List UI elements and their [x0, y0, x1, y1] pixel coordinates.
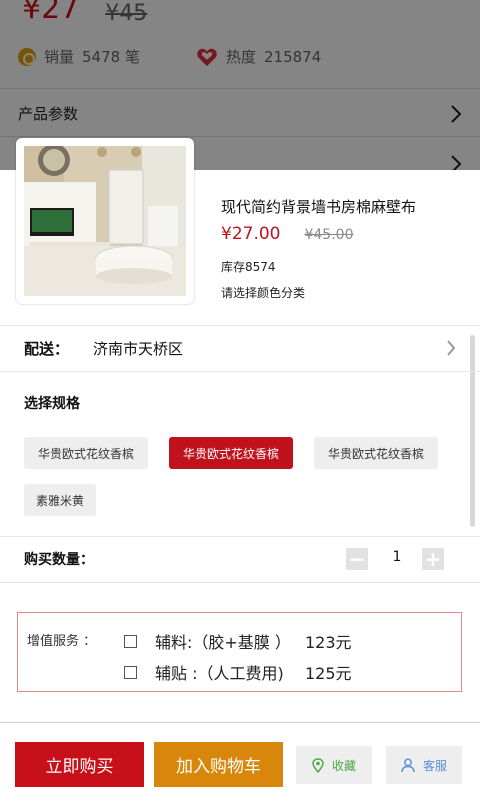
delivery-location: 济南市天桥区	[93, 339, 184, 358]
favorite-label: 收藏	[331, 758, 356, 773]
location-pin-icon	[312, 757, 324, 773]
value-added-option-price: 123元	[305, 633, 352, 652]
product-image	[24, 146, 186, 296]
product-title: 现代简约背景墙书房棉麻壁布	[221, 198, 417, 216]
quantity-label: 购买数量：	[24, 552, 94, 568]
delivery-label: 配送：	[24, 339, 70, 358]
value-added-option-name: 辅料:（胶+基膜 ）	[155, 633, 291, 652]
divider	[0, 582, 480, 583]
checkbox[interactable]	[124, 634, 137, 648]
product-thumbnail	[16, 138, 194, 304]
product-select-hint: 请选择颜色分类	[221, 286, 306, 300]
user-icon	[401, 758, 415, 772]
checkbox[interactable]	[124, 665, 137, 679]
sku-selection-sheet: 现代简约背景墙书房棉麻壁布 ¥27.00 ¥45.00 库存8574 请选择颜色…	[0, 138, 480, 800]
quantity-decrease-button[interactable]: −	[346, 548, 368, 570]
chevron-right-icon	[447, 340, 456, 356]
quantity-value[interactable]: 1	[387, 549, 407, 565]
quantity-row: 购买数量： − 1 +	[0, 536, 480, 582]
product-price-row: ¥27.00 ¥45.00	[221, 224, 353, 244]
value-added-services-box: 增值服务 ： 辅料:（胶+基膜 ） 123元 辅贴 :（人工费用) 125元	[17, 612, 462, 692]
value-added-option-name: 辅贴 :（人工费用)	[155, 664, 284, 683]
product-old-price: ¥45.00	[304, 227, 354, 243]
product-stock: 库存8574	[221, 260, 276, 274]
scrollbar[interactable]	[470, 335, 475, 527]
divider	[0, 371, 480, 372]
add-to-cart-button[interactable]: 加入购物车	[154, 742, 283, 787]
customer-service-button[interactable]: 客服	[386, 746, 462, 784]
spec-option[interactable]: 华贵欧式花纹香槟	[314, 437, 438, 469]
value-added-option-price: 125元	[305, 664, 352, 683]
value-added-option[interactable]: 辅贴 :（人工费用) 125元	[124, 660, 352, 684]
delivery-row[interactable]: 配送： 济南市天桥区	[0, 326, 470, 370]
value-added-label: 增值服务 ：	[27, 634, 97, 649]
service-label: 客服	[422, 758, 447, 773]
product-price: ¥27.00	[221, 224, 281, 244]
spec-option[interactable]: 华贵欧式花纹香槟	[24, 437, 148, 469]
spec-option[interactable]: 素雅米黄	[24, 484, 96, 516]
favorite-button[interactable]: 收藏	[296, 746, 372, 784]
spec-title: 选择规格	[24, 396, 80, 412]
buy-now-button[interactable]: 立即购买	[15, 742, 144, 787]
quantity-increase-button[interactable]: +	[422, 548, 444, 570]
spec-option-selected[interactable]: 华贵欧式花纹香槟	[169, 437, 293, 469]
value-added-option[interactable]: 辅料:（胶+基膜 ） 123元	[124, 629, 352, 653]
divider	[0, 722, 480, 723]
